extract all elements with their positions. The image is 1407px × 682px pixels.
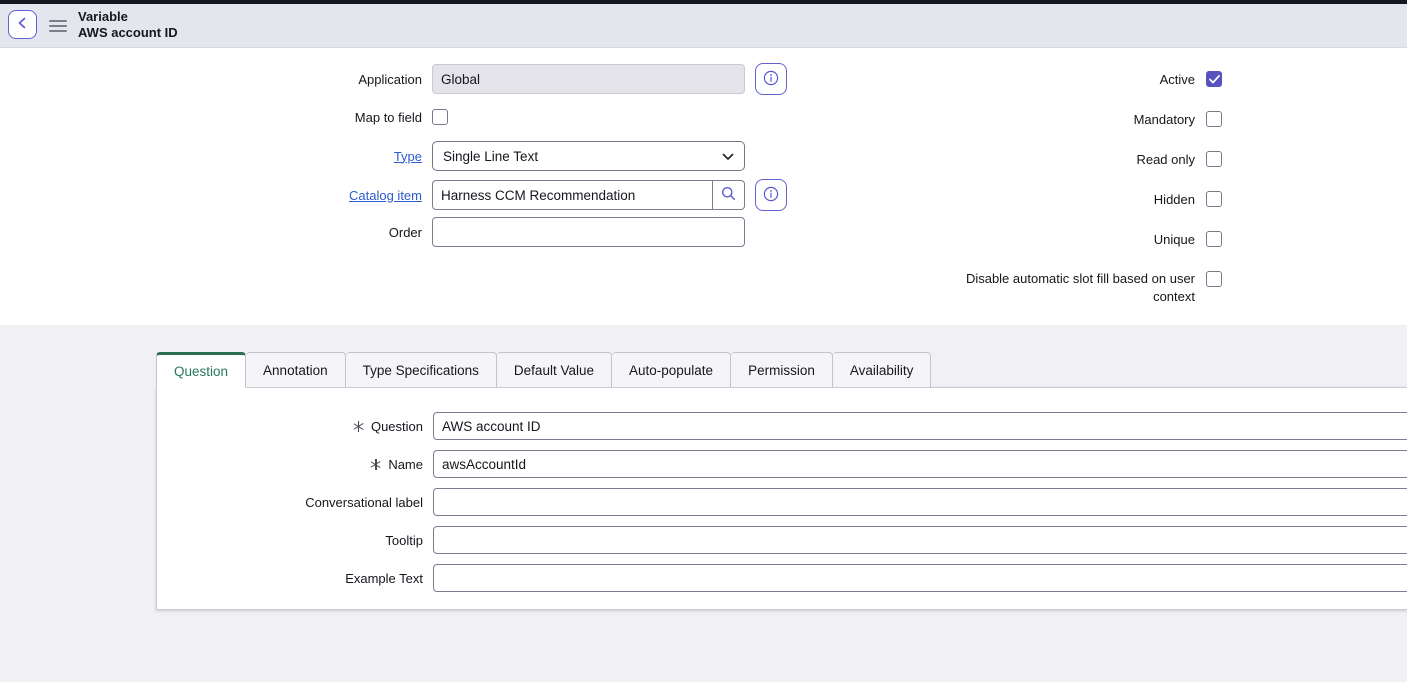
tooltip-label: Tooltip (157, 533, 423, 548)
active-row: Active (850, 63, 1222, 95)
type-select-value: Single Line Text (443, 149, 722, 164)
catalog-item-input[interactable] (432, 180, 712, 210)
catalog-item-lookup (432, 180, 745, 210)
hidden-row: Hidden (850, 183, 1222, 215)
catalog-item-label: Catalog item (0, 188, 422, 203)
hidden-checkbox[interactable] (1206, 191, 1222, 207)
map-to-field-checkbox[interactable] (432, 109, 448, 125)
question-input[interactable] (433, 412, 1407, 440)
question-row: Question (157, 412, 1407, 440)
map-to-field-label: Map to field (0, 110, 422, 125)
tab-annotation[interactable]: Annotation (246, 352, 346, 388)
catalog-item-info-button[interactable] (755, 179, 787, 211)
page-title: Variable AWS account ID (78, 9, 178, 41)
application-label: Application (0, 72, 422, 87)
record-type-title: Variable (78, 9, 178, 25)
name-input[interactable] (433, 450, 1407, 478)
type-select[interactable]: Single Line Text (432, 141, 745, 171)
order-row: Order (0, 217, 745, 247)
asterisk-icon (370, 459, 381, 470)
application-row: Application (0, 63, 787, 95)
conversational-label-label: Conversational label (157, 495, 423, 510)
example-text-label: Example Text (157, 571, 423, 586)
type-row: Type Single Line Text (0, 141, 745, 171)
catalog-item-search-button[interactable] (712, 180, 745, 210)
chevron-down-icon (722, 149, 734, 164)
catalog-item-link[interactable]: Catalog item (349, 188, 422, 203)
back-button[interactable] (8, 10, 37, 39)
active-label: Active (1160, 72, 1195, 87)
tab-auto-populate[interactable]: Auto-populate (612, 352, 731, 388)
hidden-label: Hidden (1154, 192, 1195, 207)
read-only-row: Read only (850, 143, 1222, 175)
mandatory-row: Mandatory (850, 103, 1222, 135)
tab-question[interactable]: Question (156, 352, 246, 388)
unique-row: Unique (850, 223, 1222, 255)
tab-type-specifications[interactable]: Type Specifications (346, 352, 497, 388)
asterisk-icon (353, 421, 364, 432)
tab-permission[interactable]: Permission (731, 352, 833, 388)
catalog-item-row: Catalog item (0, 179, 787, 211)
tabbed-section: Question Annotation Type Specifications … (0, 325, 1407, 682)
tab-default-value[interactable]: Default Value (497, 352, 612, 388)
conversational-label-input[interactable] (433, 488, 1407, 516)
type-label: Type (0, 149, 422, 164)
type-link[interactable]: Type (394, 149, 422, 164)
mandatory-checkbox[interactable] (1206, 111, 1222, 127)
tab-strip: Question Annotation Type Specifications … (156, 352, 931, 388)
conversational-label-row: Conversational label (157, 488, 1407, 516)
active-checkbox[interactable] (1206, 71, 1222, 87)
form-header: Variable AWS account ID (0, 0, 1407, 48)
chevron-left-icon (17, 17, 28, 32)
info-circle-icon (763, 70, 779, 89)
unique-checkbox[interactable] (1206, 231, 1222, 247)
name-label: Name (157, 457, 423, 472)
example-text-input[interactable] (433, 564, 1407, 592)
unique-label: Unique (1154, 232, 1195, 247)
hamburger-icon[interactable] (49, 18, 67, 34)
order-label: Order (0, 225, 422, 240)
disable-slot-fill-label: Disable automatic slot fill based on use… (945, 270, 1195, 306)
read-only-label: Read only (1136, 152, 1195, 167)
application-info-button[interactable] (755, 63, 787, 95)
disable-slot-fill-row: Disable automatic slot fill based on use… (850, 270, 1222, 306)
name-row: Name (157, 450, 1407, 478)
record-name-title: AWS account ID (78, 25, 178, 41)
disable-slot-fill-checkbox[interactable] (1206, 271, 1222, 287)
example-text-row: Example Text (157, 564, 1407, 592)
question-tab-panel: Question Name Conversational label (156, 387, 1407, 610)
tab-availability[interactable]: Availability (833, 352, 932, 388)
info-circle-icon (763, 186, 779, 205)
application-input[interactable] (432, 64, 745, 94)
mandatory-label: Mandatory (1134, 112, 1195, 127)
variable-form-top: Application Map to field Type Single Lin… (0, 48, 1407, 325)
read-only-checkbox[interactable] (1206, 151, 1222, 167)
map-to-field-row: Map to field (0, 109, 448, 125)
tooltip-row: Tooltip (157, 526, 1407, 554)
order-input[interactable] (432, 217, 745, 247)
question-label: Question (157, 419, 423, 434)
tooltip-input[interactable] (433, 526, 1407, 554)
magnifier-icon (721, 186, 736, 204)
